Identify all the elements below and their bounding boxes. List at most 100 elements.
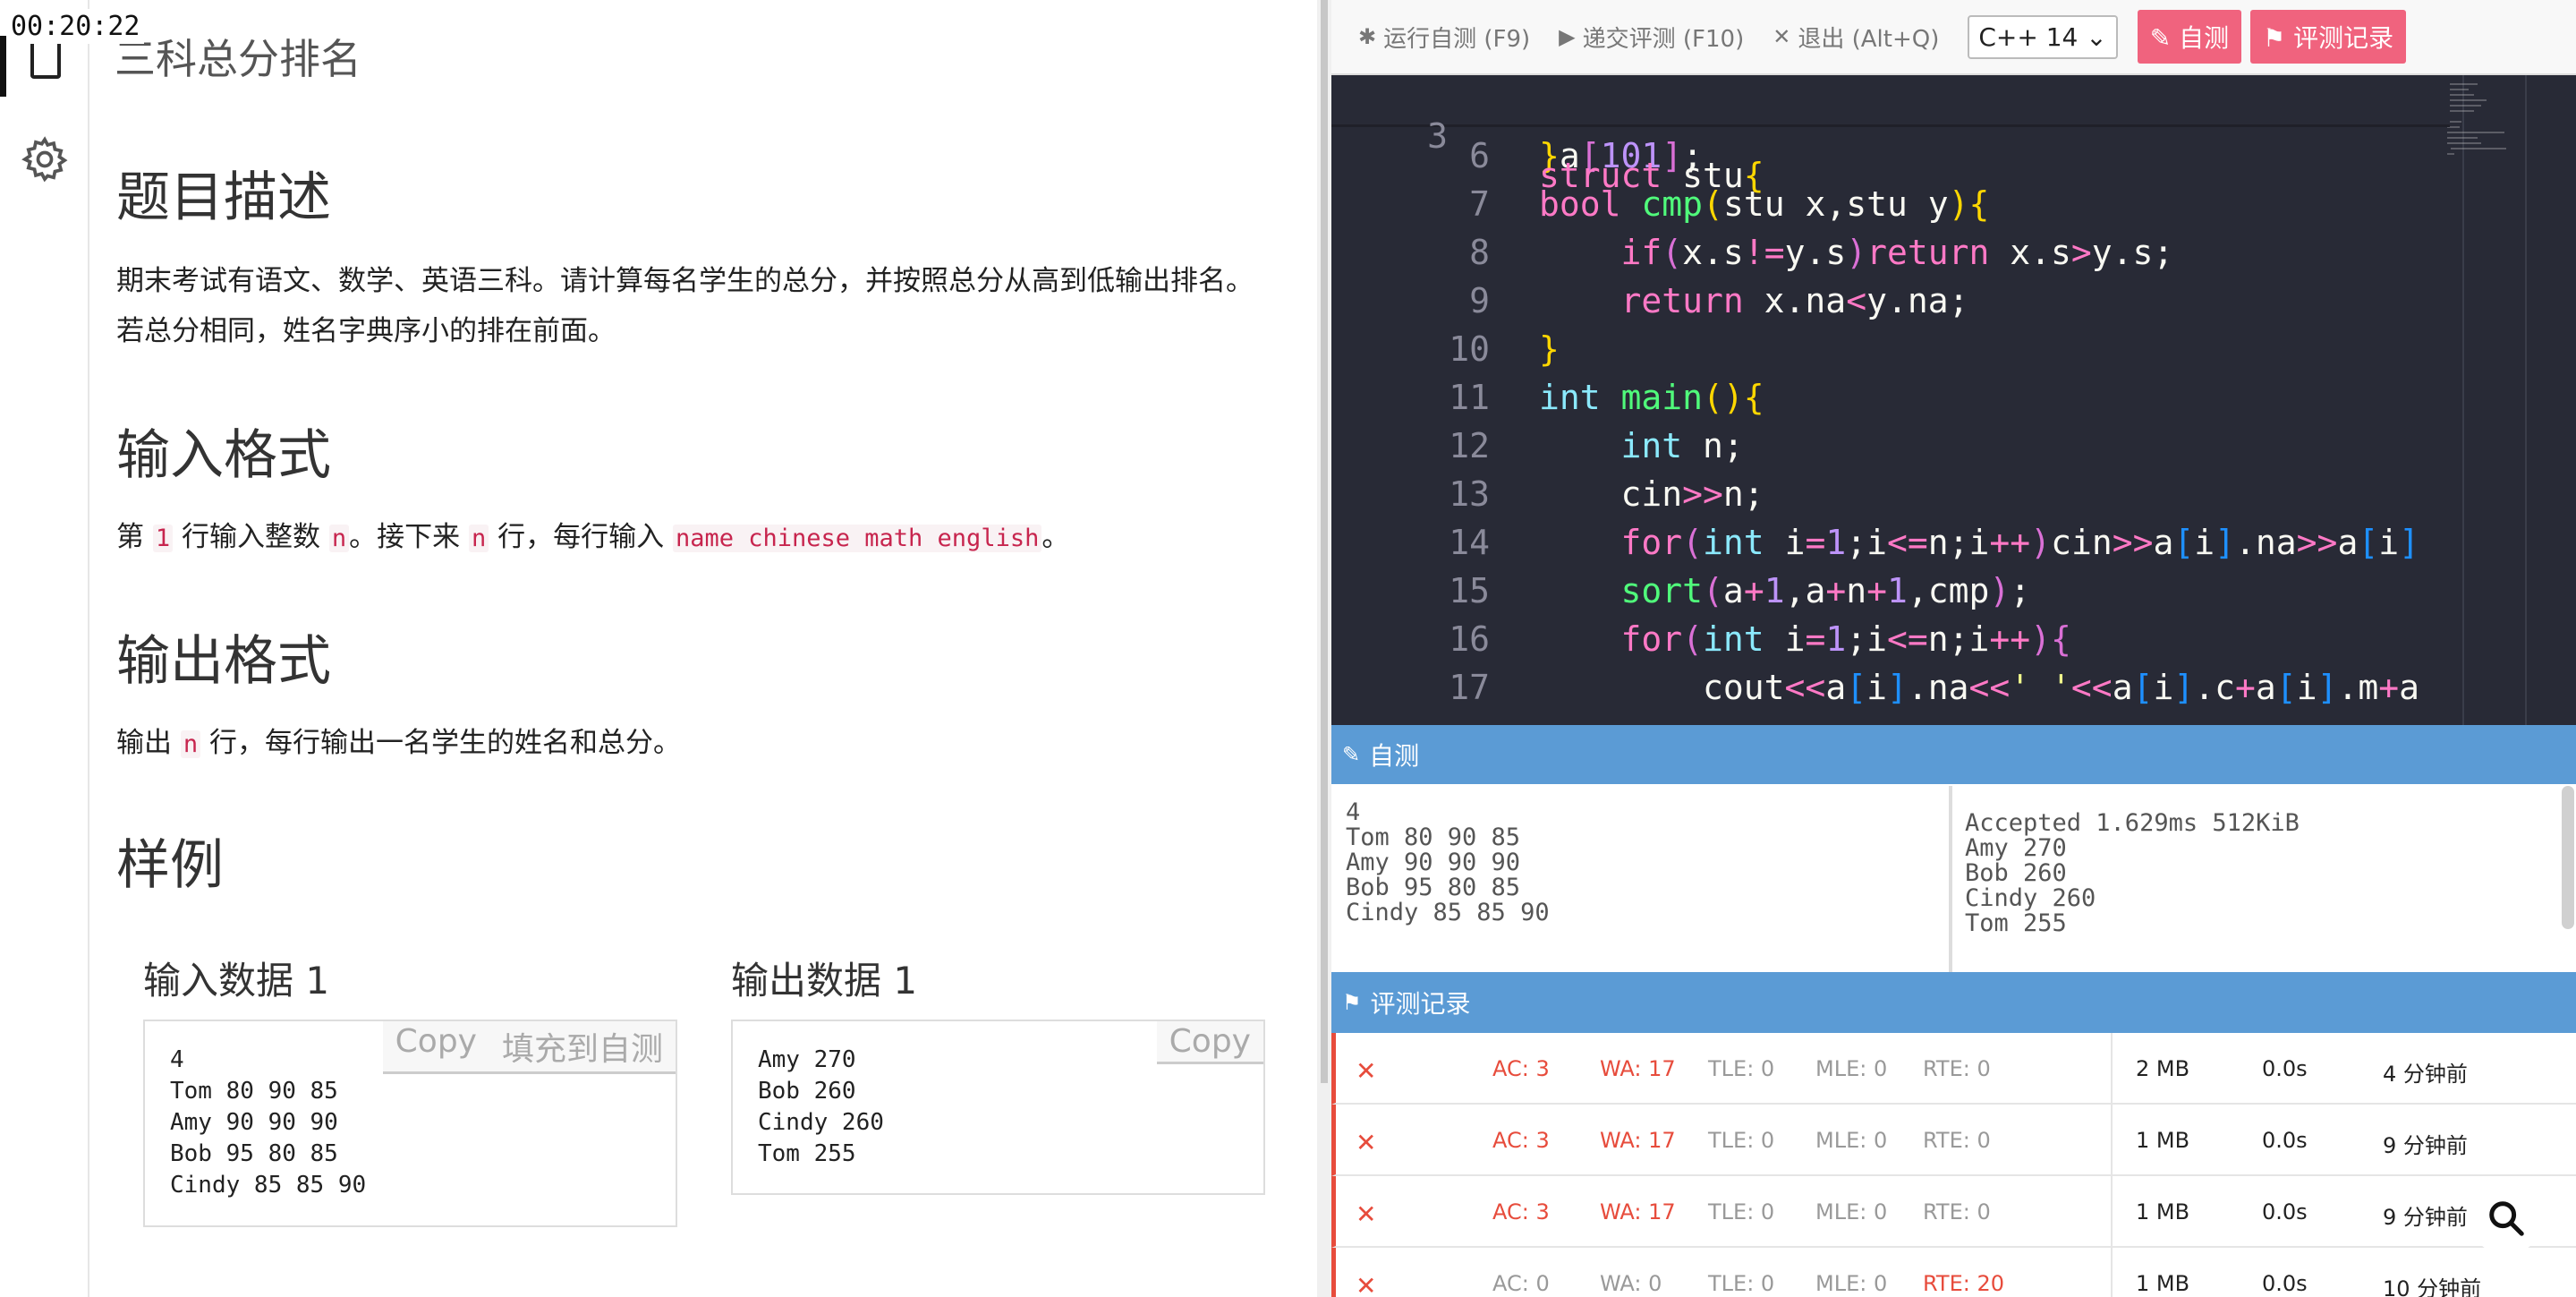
selftest-toggle-label: 自测 [2179,23,2230,53]
record-divider [2111,1248,2113,1297]
selftest-toggle-button[interactable]: ✎ 自测 [2137,10,2242,64]
line-number: 15 [1449,571,1490,610]
language-select[interactable]: C++ 14 ⌄ [1968,14,2118,59]
description-line-2: 若总分相同，姓名字典序小的排在前面。 [116,315,616,347]
code-line: 3 struct stu{ [1331,77,2576,195]
inline-code: n [180,730,201,758]
search-icon [2489,1201,2524,1236]
selftest-panel-header[interactable]: ✎ 自测 [1331,725,2576,784]
flag-icon: ⚑ [2263,23,2294,53]
line-number: 3 [1427,116,1448,156]
chevron-down-icon: ⌄ [2086,21,2107,52]
exit-button[interactable]: ✕ 退出 (Alt+Q) [1773,21,1939,54]
record-row[interactable]: ✕ AC: 3 WA: 17 TLE: 0 MLE: 0 RTE: 0 1 MB… [1331,1105,2576,1176]
input-text-part: 。接下来 [349,521,461,553]
inline-code: n [328,525,350,552]
code-text: for(int i=1;i<=n;i++){ [1620,619,2071,659]
pencil-icon: ✎ [1342,742,1361,767]
description-heading: 题目描述 [116,166,331,229]
sample-output-label: 输出数据 1 [731,959,918,1003]
code-line: 15 sort(a+1,a+n+1,cmp); [1331,571,2576,619]
record-rte: RTE: 0 [1923,1128,1991,1153]
record-submitted-ago: 4 分钟前 [2383,1062,2468,1087]
records-panel-header[interactable]: ⚑ 评测记录 [1331,972,2576,1033]
record-submitted-ago: 10 分钟前 [2383,1276,2482,1297]
selftest-input-text: 4 Tom 80 90 85 Amy 90 90 90 Bob 95 80 85… [1346,798,1550,926]
search-button[interactable] [2470,1182,2543,1255]
sticky-scroll-header: 3 struct stu{ [1331,75,2450,195]
output-text-part: 输出 [116,727,172,759]
record-ac: AC: 3 [1492,1199,1550,1224]
record-ac: AC: 0 [1492,1271,1550,1296]
code-text: struct stu{ [1539,156,1764,195]
selftest-panel-title: 自测 [1369,741,1420,771]
submit-button[interactable]: ▶ 递交评测 (F10) [1559,21,1744,54]
play-icon: ▶ [1559,24,1576,49]
gear-icon[interactable] [20,134,70,184]
code-line: 13 cin>>n; [1331,474,2576,523]
copy-button[interactable]: Copy [383,1021,489,1071]
sample-input-text: 4 Tom 80 90 85 Amy 90 90 90 Bob 95 80 85… [170,1046,367,1199]
left-nav [0,0,89,1297]
records-toggle-button[interactable]: ⚑ 评测记录 [2250,10,2407,64]
failed-icon: ✕ [1356,1056,1377,1086]
record-submitted-ago: 9 分钟前 [2383,1133,2468,1158]
record-mle: MLE: 0 [1815,1056,1888,1081]
record-time: 0.0s [2262,1056,2308,1081]
output-scrollbar[interactable] [2562,786,2574,929]
code-line: 12 int n; [1331,426,2576,474]
input-text-part: 行，每行输入 [497,521,665,553]
code-editor[interactable]: 3 struct stu{ 6}a[101]; 7 bool cmp(stu x,… [1331,75,2576,725]
panel-splitter[interactable] [1317,0,1331,1297]
sample-input-label: 输入数据 1 [143,959,330,1003]
records-panel-title: 评测记录 [1370,989,1471,1019]
record-row[interactable]: ✕ AC: 3 WA: 17 TLE: 0 MLE: 0 RTE: 0 1 MB… [1331,1176,2576,1248]
record-memory: 1 MB [2136,1199,2190,1224]
code-text: cin>>n; [1539,474,1764,514]
record-wa: WA: 0 [1600,1271,1662,1296]
record-tle: TLE: 0 [1708,1199,1775,1224]
code-line: 9 return x.na<y.na; [1331,281,2576,329]
problem-title: 三科总分排名 [115,35,361,83]
record-time: 0.0s [2262,1128,2308,1153]
line-number: 14 [1449,523,1490,562]
record-rte: RTE: 0 [1923,1056,1991,1081]
sample-input-box: 4 Tom 80 90 85 Amy 90 90 90 Bob 95 80 85… [143,1020,677,1227]
selftest-input-pane[interactable]: 4 Tom 80 90 85 Amy 90 90 90 Bob 95 80 85… [1331,786,1952,972]
record-row[interactable]: ✕ AC: 3 WA: 17 TLE: 0 MLE: 0 RTE: 0 2 MB… [1331,1033,2576,1105]
record-tle: TLE: 0 [1708,1056,1775,1081]
ide-panel: ✱ 运行自测 (F9) ▶ 递交评测 (F10) ✕ 退出 (Alt+Q) C+… [1331,0,2576,1297]
line-number: 13 [1449,474,1490,514]
code-text: if(x.s!=y.s)return x.s>y.s; [1620,233,2174,272]
record-row[interactable]: ✕ AC: 0 WA: 0 TLE: 0 MLE: 0 RTE: 20 1 MB… [1331,1248,2576,1297]
record-time: 0.0s [2262,1199,2308,1224]
record-wa: WA: 17 [1600,1056,1676,1081]
records-toggle-label: 评测记录 [2293,23,2394,53]
selftest-output-text: Accepted 1.629ms 512KiB Amy 270 Bob 260 … [1965,809,2300,937]
failed-icon: ✕ [1356,1271,1377,1297]
output-format-heading: 输出格式 [116,630,331,693]
exit-label: 退出 (Alt+Q) [1798,25,1940,53]
description-text: 期末考试有语文、数学、英语三科。请计算每名学生的总分，并按照总分从高到低输出排名… [116,256,1306,356]
line-number: 16 [1449,619,1490,659]
splitter-scroll-thumb[interactable] [1321,0,1328,1083]
copy-button[interactable]: Copy [1157,1021,1263,1062]
problem-icon[interactable] [30,39,61,79]
bug-icon: ✱ [1358,24,1377,49]
run-selftest-button[interactable]: ✱ 运行自测 (F9) [1358,21,1530,54]
failed-icon: ✕ [1356,1128,1377,1157]
flag-icon: ⚑ [1342,990,1362,1015]
record-memory: 1 MB [2136,1128,2190,1153]
code-line: 8 if(x.s!=y.s)return x.s>y.s; [1331,233,2576,281]
line-number: 17 [1449,668,1490,707]
record-rte: RTE: 0 [1923,1199,1991,1224]
record-divider [2111,1105,2113,1176]
sample-output-actions: Copy [1156,1021,1263,1064]
input-format-heading: 输入格式 [116,424,331,487]
fill-selftest-button[interactable]: 填充到自测 [489,1021,676,1071]
sample-heading: 样例 [116,834,224,897]
input-format-text: 第 1 行输入整数 n。接下来 n 行，每行输入 name chinese ma… [116,512,1306,564]
sample-input-actions: Copy 填充到自测 [382,1021,676,1074]
line-number: 10 [1449,329,1490,369]
record-wa: WA: 17 [1600,1128,1676,1153]
